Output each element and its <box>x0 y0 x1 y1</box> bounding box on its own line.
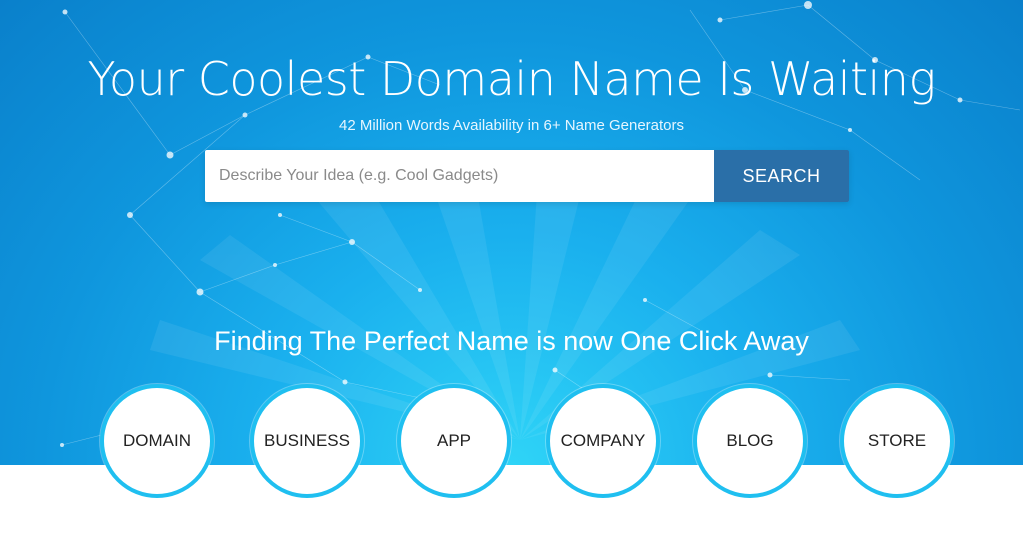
category-business-button[interactable]: BUSINESS <box>250 384 364 498</box>
category-domain-button[interactable]: DOMAIN <box>100 384 214 498</box>
category-company-button[interactable]: COMPANY <box>546 384 660 498</box>
page-subtitle: 42 Million Words Availability in 6+ Name… <box>338 117 685 134</box>
search-bar: SEARCH <box>205 150 849 202</box>
category-list: DOMAIN BUSINESS APP COMPANY BLOG STORE <box>0 384 1023 504</box>
category-app-button[interactable]: APP <box>397 384 511 498</box>
page: Your Coolest Domain Name Is Waiting 42 M… <box>0 0 1023 537</box>
tagline: Finding The Perfect Name is now One Clic… <box>214 326 809 356</box>
category-store-button[interactable]: STORE <box>840 384 954 498</box>
page-title: Your Coolest Domain Name Is Waiting <box>87 52 936 106</box>
search-button[interactable]: SEARCH <box>714 150 849 202</box>
category-blog-button[interactable]: BLOG <box>693 384 807 498</box>
search-input[interactable] <box>205 150 714 202</box>
